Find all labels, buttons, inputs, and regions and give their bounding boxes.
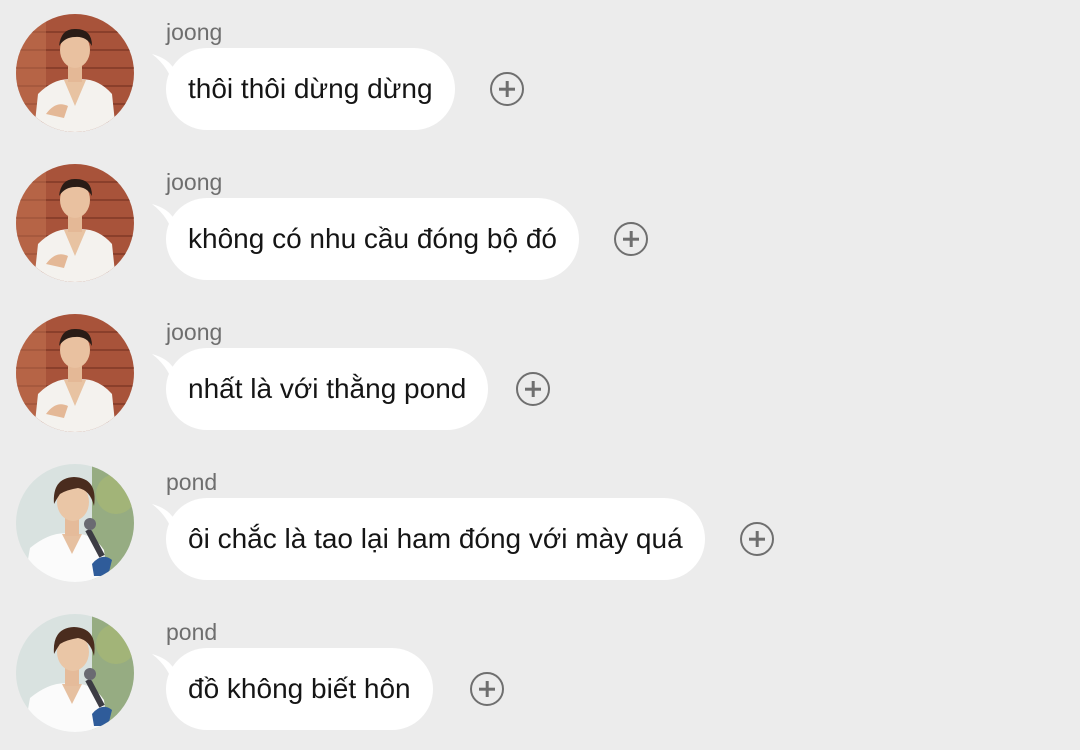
message-row: pond ôi chắc là tao lại ham đóng với mày… [0,450,1080,600]
message-text: thôi thôi dừng dừng [188,73,433,104]
message-bubble[interactable]: thôi thôi dừng dừng [152,48,455,130]
add-reaction-icon[interactable] [740,522,774,556]
sender-name: pond [166,619,218,645]
message-bubble[interactable]: không có nhu cầu đóng bộ đó [152,198,579,280]
message-row: joong không có nhu cầu đóng bộ đó [0,150,1080,300]
sender-name: joong [166,319,223,345]
message-bubble[interactable]: nhất là với thằng pond [152,348,489,430]
avatar-joong[interactable] [16,14,134,132]
sender-name: pond [166,469,218,495]
add-reaction-icon[interactable] [614,222,648,256]
add-reaction-icon[interactable] [490,72,524,106]
add-reaction-icon[interactable] [470,672,504,706]
message-bubble[interactable]: ôi chắc là tao lại ham đóng với mày quá [152,498,705,580]
message-text: nhất là với thằng pond [188,373,467,404]
message-text: không có nhu cầu đóng bộ đó [188,223,557,254]
message-row: joong nhất là với thằng pond [0,300,1080,450]
avatar-pond[interactable] [16,614,134,732]
message-text: đồ không biết hôn [188,673,411,704]
add-reaction-icon[interactable] [516,372,550,406]
message-row: joong thôi thôi dừng dừng [0,0,1080,150]
message-bubble[interactable]: đồ không biết hôn [152,648,433,730]
sender-name: joong [166,169,223,195]
message-row: pond đồ không biết hôn [0,600,1080,750]
avatar-joong[interactable] [16,314,134,432]
avatar-pond[interactable] [16,464,134,582]
sender-name: joong [166,19,223,45]
avatar-joong[interactable] [16,164,134,282]
message-text: ôi chắc là tao lại ham đóng với mày quá [188,523,683,554]
chat-thread: joong thôi thôi dừng dừng joong không có… [0,0,1080,745]
